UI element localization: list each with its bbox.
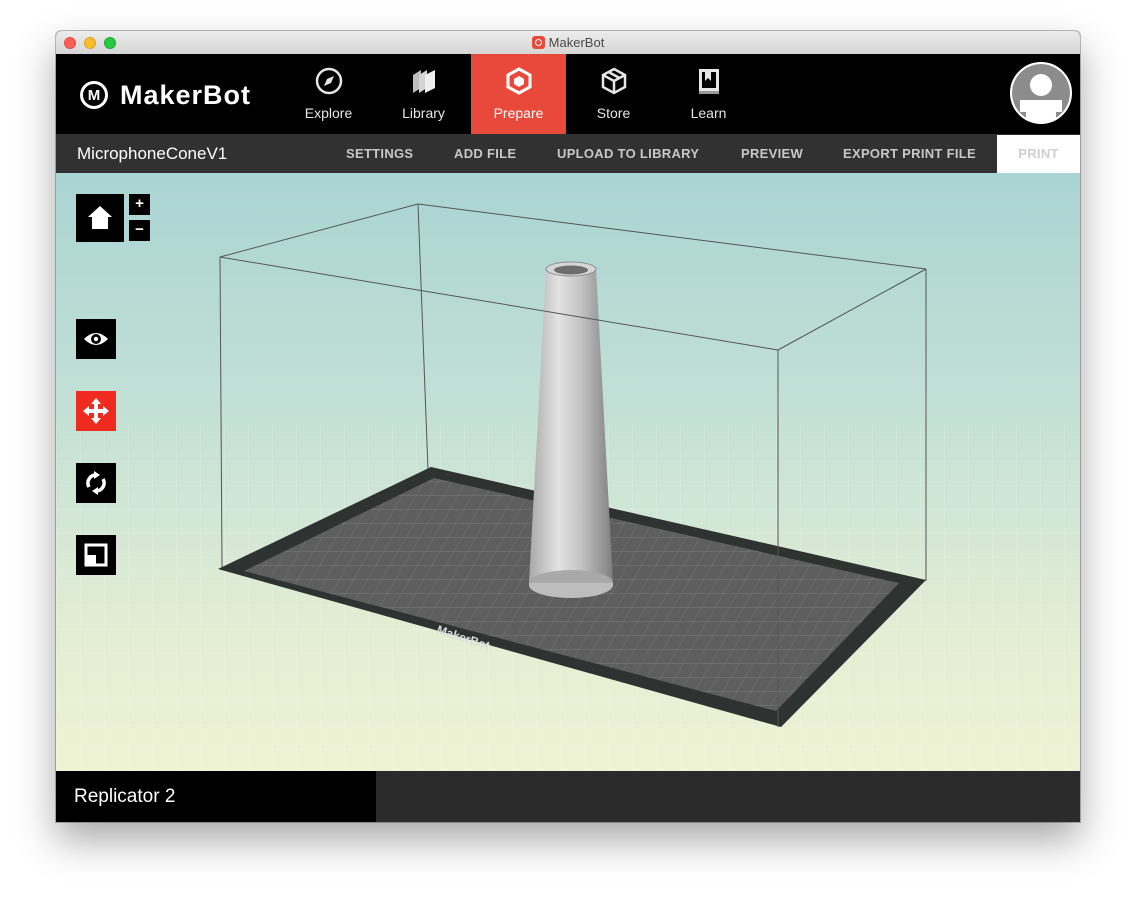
move-tool-button[interactable] [76, 391, 116, 431]
add-file-button[interactable]: ADD FILE [454, 134, 516, 173]
zoom-in-button[interactable]: + [129, 194, 150, 215]
window-title: MakerBot [56, 35, 1080, 50]
upload-to-library-button[interactable]: UPLOAD TO LIBRARY [557, 134, 699, 173]
home-icon [88, 206, 112, 229]
user-avatar[interactable] [1010, 62, 1072, 124]
makerbot-logo[interactable]: M MakerBot [80, 80, 251, 110]
microphone-cone-model[interactable] [529, 261, 613, 598]
home-view-button[interactable] [76, 194, 124, 242]
tab-prepare-label: Prepare [493, 105, 544, 121]
user-avatar-icon [1012, 64, 1070, 122]
eye-icon [84, 333, 108, 345]
printer-name: Replicator 2 [74, 786, 176, 807]
makerbot-logo-icon: M [80, 81, 108, 109]
logo-text: MakerBot [120, 79, 252, 110]
compass-icon [315, 67, 343, 95]
printer-selector[interactable]: Replicator 2 [56, 771, 376, 822]
file-name[interactable]: MicrophoneConeV1 [77, 144, 227, 164]
look-tool-button[interactable] [76, 319, 116, 359]
box-icon [601, 67, 627, 95]
tab-store-label: Store [596, 105, 631, 121]
scale-tool-button[interactable] [76, 535, 116, 575]
scale-icon [84, 543, 108, 567]
app-window: MakerBot M MakerBot Explore Library Prep… [56, 31, 1080, 822]
rotate-icon [86, 471, 106, 495]
3d-viewport[interactable]: MakerBot + − [56, 173, 1080, 771]
preview-button[interactable]: PREVIEW [741, 134, 803, 173]
tab-store[interactable]: Store [566, 54, 661, 134]
book-icon [699, 69, 719, 94]
tab-explore-label: Explore [304, 105, 353, 121]
makerbot-app-icon [531, 36, 545, 49]
file-toolbar: MicrophoneConeV1 SETTINGS ADD FILE UPLOA… [56, 134, 1080, 173]
tab-library-label: Library [402, 105, 445, 121]
tab-explore[interactable]: Explore [281, 54, 376, 134]
tab-learn-label: Learn [690, 105, 727, 121]
status-bar: Replicator 2 [56, 771, 1080, 822]
tab-library[interactable]: Library [376, 54, 471, 134]
top-navigation: M MakerBot Explore Library Prepare Store… [56, 54, 1080, 134]
zoom-out-button[interactable]: − [129, 220, 150, 241]
tab-learn[interactable]: Learn [661, 54, 756, 134]
print-button[interactable]: PRINT [997, 135, 1080, 173]
title-bar: MakerBot [56, 31, 1080, 55]
export-print-file-button[interactable]: EXPORT PRINT FILE [843, 134, 976, 173]
rotate-tool-button[interactable] [76, 463, 116, 503]
build-scene: MakerBot [56, 203, 1080, 771]
library-stack-icon [413, 70, 435, 93]
settings-button[interactable]: SETTINGS [346, 134, 413, 173]
tab-prepare[interactable]: Prepare [471, 54, 566, 134]
move-arrows-icon [83, 398, 109, 424]
prepare-cube-icon [506, 67, 532, 95]
